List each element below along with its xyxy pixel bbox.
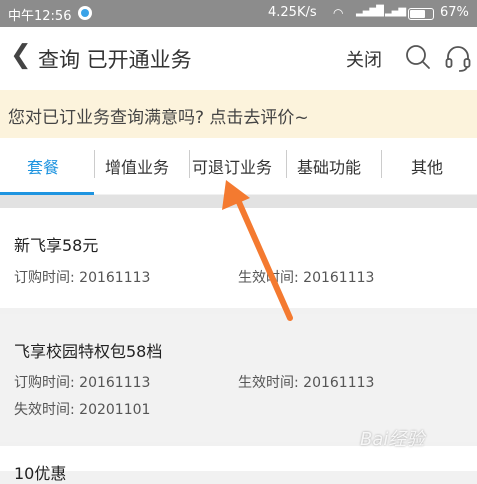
search-icon[interactable]	[405, 44, 431, 70]
tab-basic-functions[interactable]: 基础功能	[297, 154, 361, 178]
package-name: 10优惠	[14, 464, 67, 483]
headset-icon[interactable]	[444, 44, 472, 72]
page-title: 查询 已开通业务	[38, 48, 192, 72]
wifi-icon: ◠	[333, 6, 344, 20]
package-name: 新飞享58元	[14, 236, 99, 255]
status-bar: 中午12:56 4.25K/s ◠ ▂▄▆█ ▂▄▆ 67%	[0, 0, 477, 27]
order-time: 订购时间: 20161113	[14, 270, 151, 286]
tab-bar: 套餐 增值业务 可退订业务 基础功能 其他	[0, 138, 477, 194]
tab-divider	[286, 150, 287, 178]
list-item[interactable]: 飞享校园特权包58档 订购时间: 20161113 生效时间: 20161113…	[0, 314, 477, 442]
effective-time: 生效时间: 20161113	[238, 375, 375, 391]
tab-other[interactable]: 其他	[411, 154, 443, 178]
network-speed: 4.25K/s	[268, 5, 317, 20]
effective-time: 生效时间: 20161113	[238, 270, 375, 286]
navigation-bar: ❮ 查询 已开通业务 关闭	[0, 27, 477, 90]
tab-cancelable[interactable]: 可退订业务	[192, 154, 272, 178]
signal-icon: ▂▄▆█ ▂▄▆	[356, 6, 406, 17]
battery-icon	[408, 8, 434, 20]
tab-divider	[94, 150, 95, 178]
chevron-left-icon[interactable]: ❮	[10, 40, 32, 70]
order-time: 订购时间: 20161113	[14, 375, 151, 391]
battery-percent: 67%	[440, 5, 469, 20]
close-button[interactable]: 关闭	[346, 46, 382, 72]
tab-value-added[interactable]: 增值业务	[105, 154, 169, 178]
section-divider	[0, 195, 477, 208]
package-name: 飞享校园特权包58档	[14, 342, 163, 361]
expire-time: 失效时间: 20201101	[14, 402, 151, 418]
tab-package[interactable]: 套餐	[27, 154, 59, 178]
feedback-banner-text: 您对已订业务查询满意吗? 点击去评价~	[8, 108, 309, 128]
status-time: 中午12:56	[8, 9, 72, 24]
tab-divider	[189, 150, 190, 178]
app-notification-icon	[78, 6, 92, 20]
watermark: Bai经验	[360, 429, 425, 450]
tab-divider	[381, 150, 382, 178]
feedback-banner[interactable]: 您对已订业务查询满意吗? 点击去评价~	[0, 90, 477, 138]
list-item[interactable]: 新飞享58元 订购时间: 20161113 生效时间: 20161113	[0, 208, 477, 308]
